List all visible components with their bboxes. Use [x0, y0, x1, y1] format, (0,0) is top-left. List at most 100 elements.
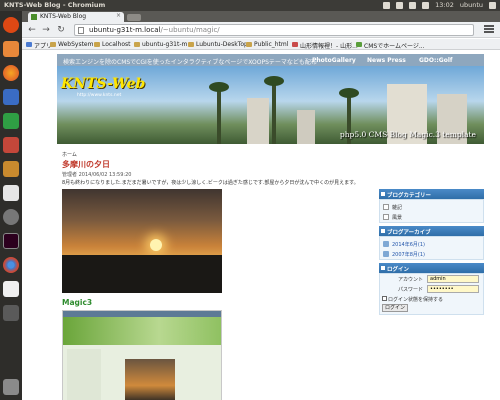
- settings-icon[interactable]: [3, 209, 19, 225]
- banner-building: [247, 98, 269, 144]
- software-center-icon[interactable]: [3, 161, 19, 177]
- favicon-icon: [31, 14, 37, 20]
- page-viewport: 検索エンジンを除のCMSでCGIを使ったインタラクティブなページでXOOPSテー…: [22, 50, 500, 400]
- page-icon: [78, 27, 84, 34]
- menu-icon[interactable]: [484, 25, 494, 35]
- nav-news-press[interactable]: News Press: [367, 57, 406, 64]
- home-folder-icon[interactable]: [3, 41, 19, 57]
- volume-icon[interactable]: [422, 1, 430, 9]
- post-title[interactable]: 多摩川の夕日: [62, 159, 110, 170]
- libreoffice-impress-icon[interactable]: [3, 137, 19, 153]
- bookmark-localhost[interactable]: Localhost: [94, 41, 131, 48]
- workspace-switcher-icon[interactable]: [3, 305, 19, 321]
- firefox-icon[interactable]: [3, 65, 19, 81]
- checkbox-icon: [383, 214, 389, 220]
- folder-icon: [94, 42, 100, 47]
- category-label: 雑記: [392, 205, 403, 211]
- archive-label: 2007年8月(1): [392, 252, 425, 258]
- mail-icon[interactable]: [383, 1, 391, 9]
- screenshot-photo: [125, 359, 175, 400]
- folder-icon: [50, 42, 56, 47]
- top-panel: KNTS-Web Blog - Chromium 13:02 ubuntu: [0, 0, 500, 11]
- user-name[interactable]: ubuntu: [460, 1, 483, 9]
- bookmark-websystem[interactable]: WebSystem: [50, 41, 93, 48]
- bookmark-apps[interactable]: アプリ: [26, 41, 52, 50]
- bookmark-public-html[interactable]: Public_html: [246, 41, 288, 48]
- network-icon[interactable]: [409, 1, 417, 9]
- bookmark-cms[interactable]: CMSでホームページ...: [356, 41, 425, 50]
- back-arrow-icon[interactable]: ←: [26, 24, 38, 36]
- archive-box: 2014年6月(1) 2007年8月(1): [379, 236, 484, 260]
- site-banner: KNTS-Web http://www.knts.net php5.0 CMS …: [57, 66, 484, 144]
- toolbar: ← → ↻ ubuntu-g31t-m.local/~ubuntu/magic/: [22, 22, 500, 38]
- password-label: パスワード: [397, 287, 423, 293]
- nav-gdo-golf[interactable]: GDO::Golf: [419, 57, 453, 64]
- archive-label: 2014年6月(1): [392, 242, 425, 248]
- bookmark-lubuntu-desktop[interactable]: Lubuntu-DeskTop: [188, 41, 248, 48]
- archive-heading: ブログアーカイブ: [379, 226, 484, 236]
- post-meta: 管理者 2014/06/02 13:59:20: [62, 172, 132, 178]
- remember-label: ログイン状態を保持する: [388, 297, 444, 303]
- libreoffice-calc-icon[interactable]: [3, 113, 19, 129]
- remember-login[interactable]: ログイン状態を保持する: [382, 296, 443, 303]
- keyboard-icon[interactable]: [396, 1, 404, 9]
- bookmark-label: Public_html: [254, 41, 289, 48]
- text-editor-icon[interactable]: [3, 281, 19, 297]
- folder-icon: [188, 42, 194, 47]
- new-tab-button[interactable]: [127, 14, 141, 21]
- terminal-icon[interactable]: [3, 233, 19, 249]
- reload-icon[interactable]: ↻: [55, 24, 67, 36]
- breadcrumb-home[interactable]: ホーム: [62, 151, 77, 158]
- trash-icon[interactable]: [3, 379, 19, 395]
- archive-link[interactable]: 2014年6月(1): [383, 241, 425, 248]
- account-label: アカウント: [397, 277, 423, 283]
- account-input[interactable]: admin: [427, 275, 479, 283]
- nav-photo-gallery[interactable]: PhotoGallery: [312, 57, 356, 64]
- screenshot-sidebar: [67, 349, 101, 400]
- power-icon[interactable]: [489, 1, 496, 9]
- remember-checkbox[interactable]: [382, 296, 387, 301]
- window-title: KNTS-Web Blog - Chromium: [4, 1, 106, 9]
- launcher: [0, 11, 22, 400]
- archive-icon: [383, 241, 389, 247]
- city-skyline: [62, 255, 222, 293]
- archive-icon: [383, 251, 389, 257]
- password-input[interactable]: ••••••••: [427, 285, 479, 293]
- post-text: 8月も終わりになりました.まだまだ暑いですが，夜は少し涼しく.ビークは過ぎた感じ…: [62, 180, 359, 186]
- folder-icon: [246, 42, 252, 47]
- site-icon: [292, 42, 298, 47]
- screenshot-banner: [63, 317, 221, 345]
- site-icon: [356, 42, 362, 47]
- checkbox-icon: [383, 204, 389, 210]
- magic3-screenshot-image: [62, 310, 222, 400]
- sun: [150, 239, 162, 251]
- chromium-icon[interactable]: [3, 257, 19, 273]
- login-button[interactable]: ログイン: [382, 304, 409, 312]
- site-logo[interactable]: KNTS-Web: [61, 76, 145, 92]
- amazon-icon[interactable]: [3, 185, 19, 201]
- clock[interactable]: 13:02: [435, 1, 454, 9]
- bookmark-label: WebSystem: [58, 41, 94, 48]
- banner-building: [297, 110, 315, 144]
- category-item[interactable]: 風景: [383, 214, 402, 221]
- tab-active[interactable]: KNTS-Web Blog ×: [28, 12, 124, 22]
- site-container: 検索エンジンを除のCMSでCGIを使ったインタラクティブなページでXOOPSテー…: [57, 50, 484, 400]
- close-tab-icon[interactable]: ×: [116, 12, 121, 19]
- archive-link[interactable]: 2007年8月(1): [383, 251, 425, 258]
- tab-bar: KNTS-Web Blog ×: [22, 11, 500, 22]
- bookmark-ubuntu-g31t-m[interactable]: ubuntu-g31t-m: [134, 41, 187, 48]
- forward-arrow-icon[interactable]: →: [40, 24, 52, 36]
- address-host: ubuntu-g31t-m.local: [89, 26, 161, 34]
- ubuntu-logo-icon[interactable]: [3, 17, 19, 33]
- bookmark-label: 山形情報裡！- 山形...: [300, 43, 358, 50]
- post2-title[interactable]: Magic3: [62, 298, 92, 307]
- banner-caption: php5.0 CMS Blog Magic.3 template: [339, 130, 476, 139]
- banner-palm: [264, 76, 284, 144]
- category-item[interactable]: 雑記: [383, 204, 402, 211]
- address-bar[interactable]: ubuntu-g31t-m.local/~ubuntu/magic/: [74, 24, 474, 36]
- sunset-photo: [62, 189, 222, 293]
- address-path: /~ubuntu/magic/: [160, 26, 220, 34]
- bookmark-yamagata[interactable]: 山形情報裡！- 山形...: [292, 41, 358, 50]
- libreoffice-writer-icon[interactable]: [3, 89, 19, 105]
- category-label: 風景: [392, 215, 403, 221]
